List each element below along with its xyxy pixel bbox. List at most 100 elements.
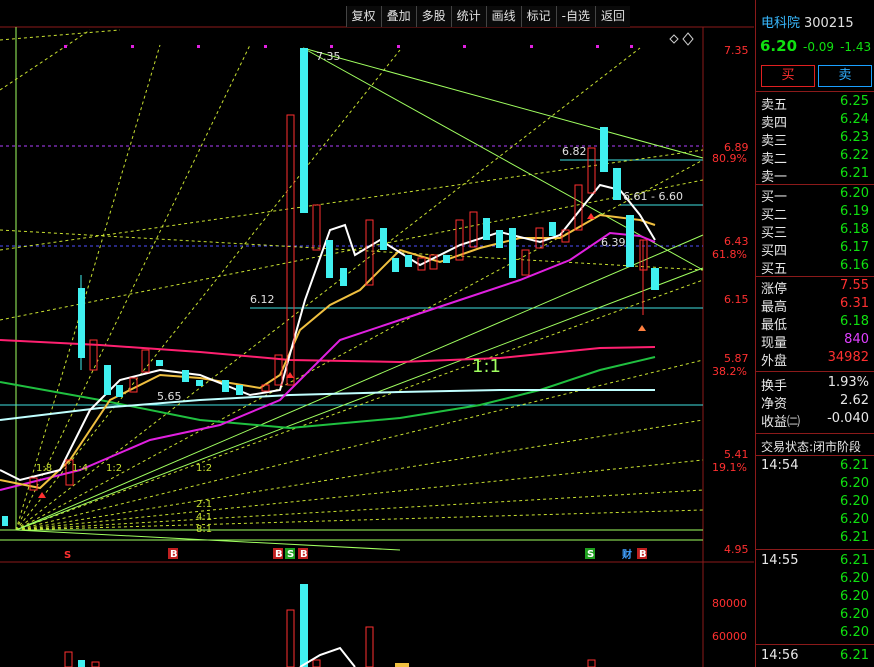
multi-stock-button[interactable]: 多股 — [415, 6, 451, 27]
ask-price: 6.25 — [840, 94, 869, 109]
bid-row[interactable]: 买三 6.18 — [756, 221, 874, 241]
overlay-button[interactable]: 叠加 — [380, 6, 416, 27]
net-assets-value: 2.62 — [840, 393, 869, 408]
tick-price: 6.20 — [840, 512, 869, 527]
tick-price: 6.20 — [840, 571, 869, 586]
draw-line-button[interactable]: 画线 — [485, 6, 521, 27]
tick-row: 6.20 — [756, 588, 874, 606]
bid-price: 6.18 — [840, 222, 869, 237]
back-button[interactable]: 返回 — [594, 6, 630, 27]
current-volume-value: 840 — [844, 332, 869, 347]
low-value: 6.18 — [840, 314, 869, 329]
buy-marker[interactable]: B — [300, 549, 308, 560]
ask-row[interactable]: 卖三 6.23 — [756, 129, 874, 149]
divider — [756, 91, 874, 92]
divider — [756, 371, 874, 372]
fund-row: 净资 2.62 — [756, 392, 874, 412]
annotation-682: 6.82 — [562, 145, 587, 158]
ratio-label: 1:1 — [472, 356, 501, 377]
quote-panel: 电科院 300215 6.20 -0.09 -1.43 买 卖 卖五 6.25 卖四 6.… — [755, 0, 874, 667]
tick-row: 6.20 — [756, 493, 874, 511]
buy-marker[interactable]: B — [170, 549, 178, 560]
buy-marker[interactable]: B — [275, 549, 283, 560]
tick-price: 6.21 — [840, 553, 869, 568]
divider — [756, 433, 874, 434]
ask-row[interactable]: 卖一 6.21 — [756, 165, 874, 185]
volume-axis-label: 60000 — [712, 630, 747, 643]
sell-button[interactable]: 卖 — [818, 65, 872, 87]
trade-status: 交易状态:闭市阶段 — [761, 438, 861, 455]
turnover-value: 1.93% — [827, 375, 869, 390]
bid-row[interactable]: 买五 6.16 — [756, 257, 874, 277]
tick-row: 6.20 — [756, 570, 874, 588]
price-axis-label: 5.41 — [724, 448, 749, 461]
tick-price: 6.21 — [840, 458, 869, 473]
pct-axis-label: 19.1% — [712, 461, 747, 474]
annotation-661: 6.61 - 6.60 — [623, 190, 683, 203]
limit-up-value: 7.55 — [840, 278, 869, 293]
bid-price: 6.17 — [840, 240, 869, 255]
price-change: -0.09 — [803, 40, 835, 54]
statistics-button[interactable]: 统计 — [450, 6, 486, 27]
fund-row: 换手 1.93% — [756, 374, 874, 394]
sell-marker[interactable]: S — [587, 549, 594, 560]
diamond-icon[interactable] — [669, 34, 679, 44]
tick-list[interactable]: 14:54 6.21 6.20 6.20 6.20 6.21 14:55 6.21 … — [756, 457, 874, 665]
tick-price: 6.20 — [840, 625, 869, 640]
bid-row[interactable]: 买一 6.20 — [756, 185, 874, 205]
ask-price: 6.21 — [840, 166, 869, 181]
tick-row: 6.20 — [756, 511, 874, 529]
sell-marker[interactable]: S — [64, 550, 71, 561]
high-value: 6.31 — [840, 296, 869, 311]
gann-label: 8:1 — [196, 524, 212, 535]
tick-price: 6.21 — [840, 648, 869, 663]
bid-row[interactable]: 买四 6.17 — [756, 239, 874, 259]
tick-row: 6.20 — [756, 606, 874, 624]
tick-row: 14:54 6.21 — [756, 457, 874, 475]
stat-row: 最高 6.31 — [756, 295, 874, 315]
buy-button[interactable]: 买 — [761, 65, 815, 87]
buy-arrow-icon — [38, 492, 46, 498]
restore-rights-button[interactable]: 复权 — [345, 6, 381, 27]
pct-axis-label: 38.2% — [712, 365, 747, 378]
bid-price: 6.16 — [840, 258, 869, 273]
ask-price: 6.24 — [840, 112, 869, 127]
current-price: 6.20 — [760, 37, 798, 55]
gann-label: 1:2 — [196, 463, 212, 474]
buy-marker[interactable]: B — [639, 549, 647, 560]
gann-label: 4:1 — [196, 512, 212, 523]
price-axis-label: 4.95 — [724, 543, 749, 556]
kline-chart-svg[interactable]: 7.35 6.89 6.43 6.15 5.87 5.41 4.95 80.9%… — [0, 0, 754, 667]
tick-row: 6.20 — [756, 624, 874, 642]
pct-axis-label: 80.9% — [712, 152, 747, 165]
divider — [756, 455, 874, 456]
warn-arrow-icon — [638, 325, 646, 331]
kline-chart[interactable]: 7.35 6.89 6.43 6.15 5.87 5.41 4.95 80.9%… — [0, 0, 754, 667]
price-row: 6.20 -0.09 -1.43 — [760, 37, 871, 55]
volume-bars — [64, 584, 596, 667]
watchlist-button[interactable]: -自选 — [555, 6, 595, 27]
ask-label: 卖一 — [761, 170, 788, 185]
pct-axis-label: 61.8% — [712, 248, 747, 261]
ask-row[interactable]: 卖五 6.25 — [756, 93, 874, 113]
buy-arrow-icon — [587, 213, 595, 219]
expand-icon[interactable] — [682, 32, 694, 46]
divider — [756, 644, 874, 645]
annotation-high: 7.35 — [316, 50, 341, 63]
stock-name[interactable]: 电科院 — [761, 16, 800, 31]
fund-label: 收益㈡ — [761, 415, 801, 430]
bid-row[interactable]: 买二 6.19 — [756, 203, 874, 223]
mark-button[interactable]: 标记 — [520, 6, 556, 27]
annotation-612: 6.12 — [250, 293, 275, 306]
stock-code: 300215 — [804, 16, 854, 31]
ask-row[interactable]: 卖四 6.24 — [756, 111, 874, 131]
ask-row[interactable]: 卖二 6.22 — [756, 147, 874, 167]
tick-price: 6.20 — [840, 494, 869, 509]
outer-volume-value: 34982 — [827, 350, 869, 365]
gann-label: 1:2 — [106, 463, 122, 474]
finance-marker[interactable]: 财 — [621, 548, 632, 561]
gann-label: 2:1 — [196, 499, 212, 510]
volume-axis-label: 80000 — [712, 597, 747, 610]
bid-price: 6.19 — [840, 204, 869, 219]
sell-marker[interactable]: S — [287, 549, 294, 560]
